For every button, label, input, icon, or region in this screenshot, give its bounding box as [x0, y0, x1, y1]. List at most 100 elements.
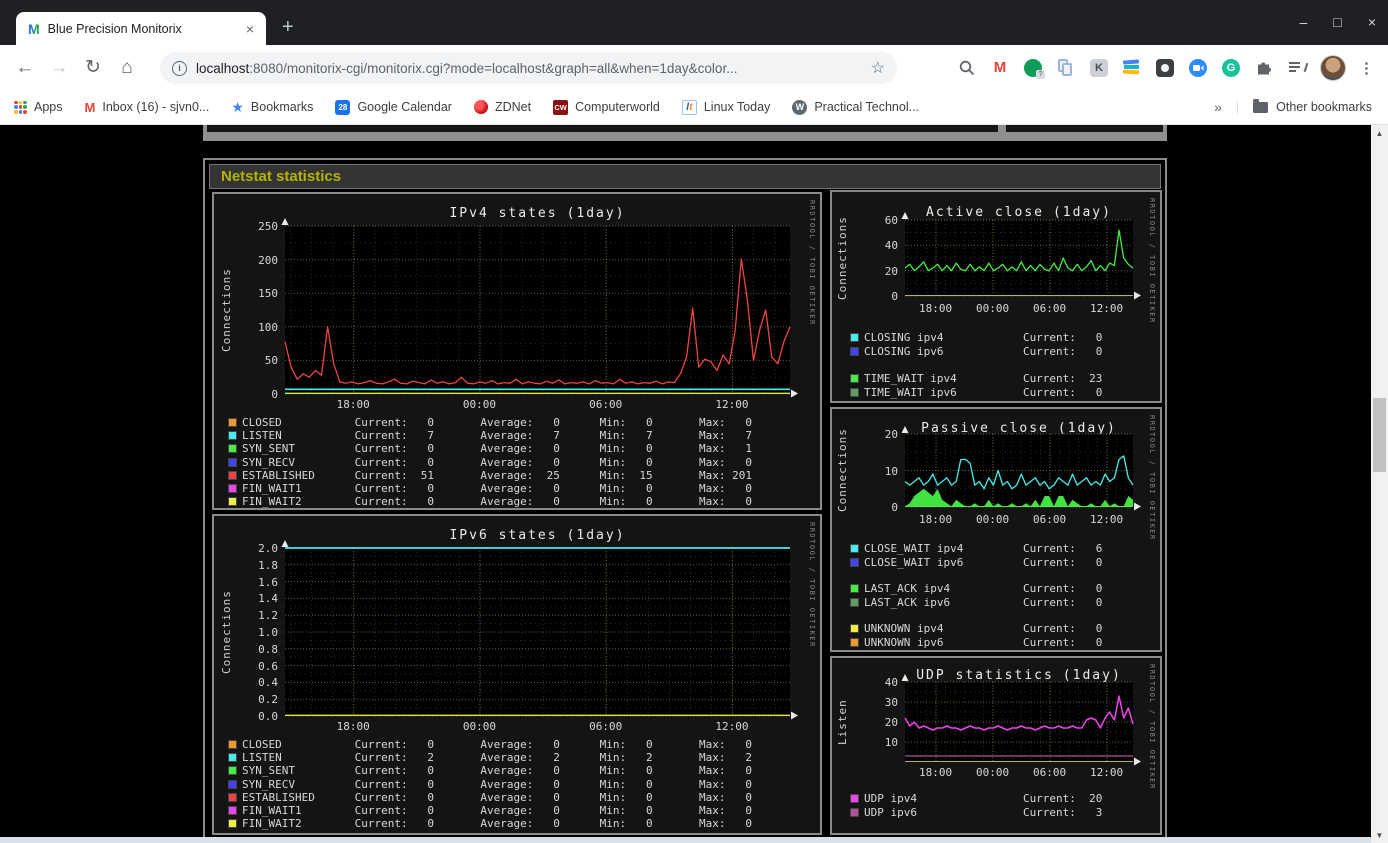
- legend-row: LISTEN Current: 2 Average: 2 Min: 2 Max:…: [228, 751, 752, 764]
- graph-ipv4-states[interactable]: IPv4 states (1day) Connections RRDTOOL / …: [212, 192, 822, 510]
- legend-row: SYN_SENT Current: 0 Average: 0 Min: 0 Ma…: [228, 442, 752, 455]
- bookmark-bookmarks[interactable]: ★ Bookmarks: [231, 99, 313, 116]
- reload-button[interactable]: ↻: [76, 56, 110, 79]
- previous-section-bottom: [203, 125, 1167, 141]
- bookmark-label: ZDNet: [494, 100, 532, 114]
- legend-row: CLOSED Current: 0 Average: 0 Min: 0 Max:…: [228, 416, 752, 429]
- graph-ipv6-states[interactable]: IPv6 states (1day) Connections RRDTOOL / …: [212, 514, 822, 835]
- bookmark-star-icon[interactable]: ☆: [871, 58, 885, 78]
- x-tick: 00:00: [976, 513, 1010, 526]
- forward-button[interactable]: →: [42, 57, 76, 79]
- legend-swatch: [228, 431, 237, 441]
- tab-close-icon[interactable]: ×: [242, 21, 258, 37]
- window-titlebar: M Blue Precision Monitorix × + – □ ×: [0, 0, 1388, 45]
- rrdtool-watermark: RRDTOOL / TOBI OETIKER: [1148, 664, 1156, 790]
- zoom-camera-icon[interactable]: [1188, 58, 1208, 78]
- legend-row: SYN_RECV Current: 0 Average: 0 Min: 0 Ma…: [228, 778, 752, 791]
- y-tick: 0.2: [258, 693, 278, 707]
- legend-text: SYN_RECV Current: 0 Average: 0 Min: 0 Ma…: [242, 777, 752, 791]
- graph-title: IPv6 states (1day): [449, 528, 626, 543]
- y-tick: 0.0: [258, 710, 278, 723]
- x-tick: 06:00: [1033, 513, 1067, 526]
- x-tick: 12:00: [715, 720, 749, 733]
- profile-avatar[interactable]: [1320, 54, 1346, 81]
- extension-icon-dark[interactable]: [1155, 58, 1175, 78]
- bookmark-label: Bookmarks: [250, 100, 314, 114]
- scroll-down-icon[interactable]: ▼: [1371, 827, 1388, 843]
- bookmarks-overflow-icon[interactable]: »: [1214, 99, 1222, 115]
- bookmark-linux-today[interactable]: lt Linux Today: [681, 99, 771, 115]
- folder-icon: [1253, 98, 1269, 113]
- browser-window: M Blue Precision Monitorix × + – □ × ← →…: [0, 0, 1388, 843]
- vertical-scrollbar[interactable]: ▲ ▼: [1371, 125, 1388, 843]
- legend-swatch: [850, 597, 859, 607]
- y-tick: 40: [884, 239, 898, 253]
- bookmark-computerworld[interactable]: CW Computerworld: [553, 99, 660, 115]
- home-button[interactable]: ⌂: [110, 57, 144, 79]
- x-tick: 06:00: [589, 398, 623, 411]
- monitorix-favicon-icon: M: [28, 20, 40, 37]
- scroll-up-icon[interactable]: ▲: [1371, 125, 1388, 141]
- bookmark-zdnet[interactable]: ZDNet: [473, 100, 532, 114]
- library-books-icon[interactable]: [1122, 58, 1142, 78]
- legend-swatch: [850, 373, 859, 383]
- other-bookmarks-button[interactable]: Other bookmarks: [1253, 98, 1372, 114]
- y-axis-label: Connections: [220, 268, 233, 352]
- graph-legend: CLOSE_WAIT ipv4 Current: 6 CLOSE_WAIT ipv…: [850, 542, 1102, 649]
- legend-swatch: [228, 497, 237, 507]
- url-bar[interactable]: i localhost:8080/monitorix-cgi/monitorix…: [160, 52, 897, 84]
- y-tick: 20: [884, 716, 898, 729]
- legend-row: FIN_WAIT1 Current: 0 Average: 0 Min: 0 M…: [228, 804, 752, 817]
- copy-extension-icon[interactable]: [1056, 58, 1076, 78]
- legend-row: CLOSED Current: 0 Average: 0 Min: 0 Max:…: [228, 738, 752, 751]
- legend-row: SYN_SENT Current: 0 Average: 0 Min: 0 Ma…: [228, 764, 752, 777]
- legend-row: UNKNOWN ipv6 Current: 0: [850, 636, 1102, 650]
- extension-icon-k[interactable]: K: [1089, 58, 1109, 78]
- legend-text: LISTEN Current: 7 Average: 7 Min: 7 Max:…: [242, 429, 752, 443]
- browser-menu-icon[interactable]: ⋮: [1359, 59, 1374, 77]
- legend-swatch: [228, 819, 237, 829]
- maximize-button[interactable]: □: [1333, 14, 1341, 30]
- y-tick: 2.0: [258, 542, 278, 555]
- bookmark-label: Inbox (16) - sjvn0...: [102, 100, 210, 114]
- bookmark-practical-technology[interactable]: W Practical Technol...: [792, 99, 919, 115]
- y-tick: 20: [884, 428, 898, 441]
- x-tick: 06:00: [589, 720, 623, 733]
- new-tab-button[interactable]: +: [282, 17, 294, 37]
- reading-list-icon[interactable]: [1287, 58, 1309, 78]
- voice-extension-icon[interactable]: ?: [1023, 58, 1045, 79]
- bookmark-google-calendar[interactable]: 28 Google Calendar: [335, 99, 452, 115]
- bookmark-inbox[interactable]: M Inbox (16) - sjvn0...: [85, 100, 210, 115]
- legend-swatch: [850, 807, 859, 817]
- back-button[interactable]: ←: [8, 57, 42, 79]
- legend-row: TIME_WAIT ipv6 Current: 0: [850, 385, 1102, 399]
- close-button[interactable]: ×: [1368, 14, 1376, 30]
- extensions-puzzle-icon[interactable]: [1254, 58, 1274, 78]
- bookmark-apps[interactable]: Apps: [14, 100, 63, 114]
- scrollbar-thumb[interactable]: [1373, 398, 1386, 472]
- plot-area: [281, 218, 798, 398]
- page-info-icon[interactable]: i: [172, 60, 187, 76]
- legend-row: FIN_WAIT2 Current: 0 Average: 0 Min: 0 M…: [228, 495, 752, 508]
- minimize-button[interactable]: –: [1300, 14, 1308, 30]
- y-tick: 1.4: [258, 592, 278, 606]
- y-tick: 0: [891, 290, 898, 303]
- y-tick: 0.8: [258, 642, 278, 656]
- bookmark-label: Linux Today: [703, 100, 771, 114]
- gmail-icon[interactable]: M: [990, 58, 1010, 78]
- legend-row: UDP ipv4 Current: 20: [850, 792, 1102, 806]
- graph-active-close[interactable]: Active close (1day) Connections RRDTOOL /…: [830, 190, 1162, 403]
- x-tick: 18:00: [919, 302, 953, 315]
- browser-tab[interactable]: M Blue Precision Monitorix ×: [16, 12, 266, 45]
- grammarly-icon[interactable]: G: [1221, 58, 1241, 78]
- legend-row: FIN_WAIT1 Current: 0 Average: 0 Min: 0 M…: [228, 482, 752, 495]
- legend-text: LAST_ACK ipv4 Current: 0: [864, 582, 1103, 596]
- search-icon[interactable]: [957, 58, 977, 78]
- legend-text: CLOSED Current: 0 Average: 0 Min: 0 Max:…: [242, 738, 752, 752]
- graph-passive-close[interactable]: Passive close (1day) Connections RRDTOOL …: [830, 407, 1162, 652]
- graph-udp-statistics[interactable]: UDP statistics (1day) Listen RRDTOOL / TO…: [830, 656, 1162, 835]
- y-tick: 0: [271, 388, 278, 401]
- y-tick: 100: [258, 320, 278, 334]
- apps-grid-icon: [14, 100, 27, 114]
- legend-swatch: [850, 624, 859, 634]
